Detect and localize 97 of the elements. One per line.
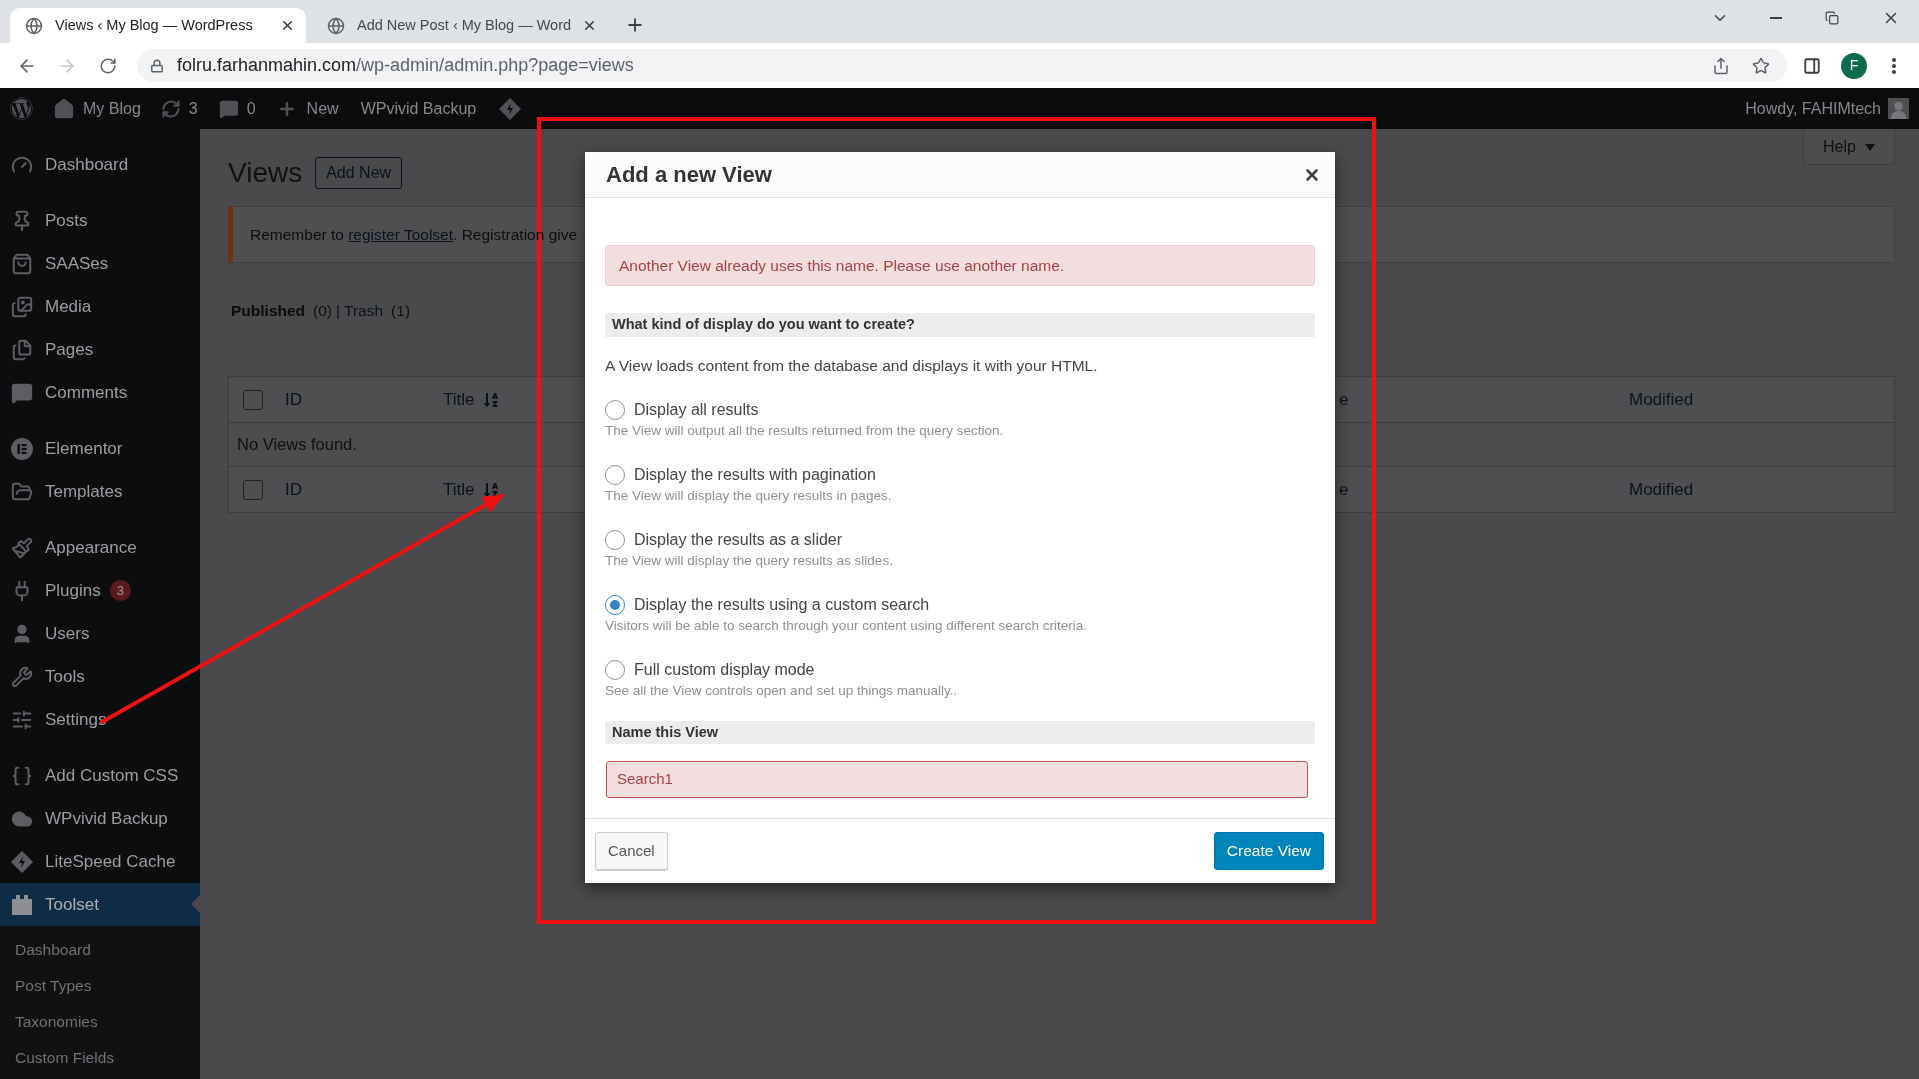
- star-icon: [1752, 56, 1770, 75]
- pages-icon: [11, 338, 33, 361]
- dialog-title: Add a new View: [606, 161, 772, 189]
- sidebar-item[interactable]: WPvivid Backup: [0, 797, 200, 840]
- braces-icon: [11, 764, 33, 787]
- reload-icon: [99, 56, 117, 75]
- checkbox[interactable]: [243, 479, 263, 500]
- empty-message: No Views found.: [237, 434, 357, 456]
- radio-button[interactable]: [605, 660, 625, 680]
- share-icon: [1712, 56, 1730, 75]
- radio-option[interactable]: Full custom display mode: [605, 659, 815, 681]
- sidebar-item[interactable]: Comments: [0, 371, 200, 414]
- option-description: See all the View controls open and set up things manually..: [605, 682, 958, 700]
- side-panel-button[interactable]: [1802, 55, 1822, 76]
- sliders-icon: [11, 708, 33, 731]
- radio-option[interactable]: Display the results as a slider: [605, 529, 843, 551]
- backup-link[interactable]: WPvivid Backup: [349, 88, 488, 129]
- browser-tab[interactable]: Add New Post ‹ My Blog — Word: [312, 8, 608, 43]
- profile-avatar[interactable]: F: [1841, 52, 1867, 79]
- sort-icon: [482, 481, 499, 498]
- section-heading: What kind of display do you want to create?: [605, 313, 1315, 337]
- browser-tab[interactable]: Views ‹ My Blog — WordPress: [10, 8, 306, 43]
- folder-icon: [11, 480, 33, 503]
- radio-option[interactable]: Display the results using a custom search: [605, 594, 930, 616]
- caret-icon: [1864, 143, 1875, 151]
- sort-icon: [482, 391, 499, 408]
- sidebar-item[interactable]: Pages: [0, 328, 200, 371]
- side-panel-icon: [1803, 56, 1821, 75]
- sidebar-item[interactable]: Plugins 3: [0, 569, 200, 612]
- sidebar-item[interactable]: Templates: [0, 470, 200, 513]
- submenu-item[interactable]: Taxonomies: [0, 1004, 200, 1040]
- w-logo-icon: [9, 97, 33, 120]
- submenu-item[interactable]: Post Types: [0, 968, 200, 1004]
- page-title: Views: [228, 157, 303, 189]
- comment-icon: [11, 381, 33, 404]
- diamond-icon: [499, 97, 522, 120]
- globe-icon: [327, 16, 345, 35]
- option-description: The View will display the query results as slides.: [605, 552, 893, 570]
- radio-option[interactable]: Display all results: [605, 399, 759, 421]
- share-button[interactable]: [1711, 55, 1731, 76]
- updates-link[interactable]: 3: [150, 88, 208, 129]
- home-icon: [53, 97, 75, 120]
- block-icon: [11, 893, 33, 916]
- bars-circle-icon: [11, 437, 33, 460]
- section-heading: Name this View: [605, 721, 1315, 744]
- error-message: Another View already uses this name. Please use another name.: [605, 245, 1315, 286]
- submenu-item[interactable]: Dashboard: [0, 932, 200, 968]
- option-description: The View will output all the results returned from the query section.: [605, 422, 1004, 440]
- sidebar-item[interactable]: LiteSpeed Cache: [0, 840, 200, 883]
- option-description: Visitors will be able to search through your content using different search criteria.: [605, 617, 1087, 635]
- wrench-icon: [11, 665, 33, 688]
- comment-icon: [218, 98, 239, 119]
- sidebar-item[interactable]: Media: [0, 285, 200, 328]
- description-text: A View loads content from the database and displays it with your HTML.: [605, 356, 1098, 376]
- menu-icon: [1892, 57, 1896, 74]
- refresh-icon: [160, 98, 181, 119]
- checkbox[interactable]: [243, 389, 263, 410]
- new-link[interactable]: New: [265, 88, 350, 129]
- sidebar-item[interactable]: Toolset: [0, 883, 200, 926]
- name-input[interactable]: Search1: [606, 761, 1308, 798]
- create-view-button[interactable]: Create View: [1213, 832, 1324, 870]
- cancel-button[interactable]: Cancel: [595, 832, 668, 870]
- submenu-item[interactable]: Custom Fields: [0, 1040, 200, 1076]
- pointer-icon: [191, 895, 200, 913]
- count-badge: 3: [109, 580, 131, 601]
- avatar-icon: [1888, 98, 1909, 119]
- address-bar[interactable]: folru.farhanmahin.com/wp-admin/admin.php?page=views: [137, 49, 1787, 82]
- images-icon: [11, 295, 33, 318]
- minimize-icon: [1770, 17, 1782, 19]
- brush-icon: [11, 536, 33, 559]
- site-link[interactable]: My Blog: [42, 88, 151, 129]
- sidebar-item[interactable]: Elementor: [0, 427, 200, 470]
- plus-icon: [625, 15, 645, 35]
- sidebar-item[interactable]: Dashboard: [0, 143, 200, 186]
- sidebar-item[interactable]: SAASes: [0, 242, 200, 285]
- sidebar-item[interactable]: Posts: [0, 199, 200, 242]
- url-text: folru.farhanmahin.com/wp-admin/admin.php?page=views: [177, 54, 634, 77]
- sidebar-item[interactable]: Appearance: [0, 526, 200, 569]
- sidebar-item[interactable]: Add Custom CSS: [0, 754, 200, 797]
- lock-icon: [150, 58, 164, 73]
- radio-button[interactable]: [605, 595, 625, 615]
- restore-icon: [1825, 11, 1839, 25]
- bag-icon: [11, 252, 33, 275]
- globe-icon: [25, 16, 43, 35]
- bookmark-button[interactable]: [1751, 55, 1771, 76]
- separator-text: |: [336, 301, 341, 322]
- radio-option[interactable]: Display the results with pagination: [605, 464, 876, 486]
- diamond-icon: [11, 850, 33, 873]
- sidebar-item[interactable]: Users: [0, 612, 200, 655]
- comments-link[interactable]: 0: [207, 88, 266, 129]
- account-link[interactable]: Howdy, FAHIMtech: [1745, 88, 1919, 129]
- sidebar-item[interactable]: Settings: [0, 698, 200, 741]
- radio-button[interactable]: [605, 400, 625, 420]
- radio-button[interactable]: [605, 465, 625, 485]
- option-description: The View will display the query results in pages.: [605, 487, 892, 505]
- sidebar-item[interactable]: Tools: [0, 655, 200, 698]
- radio-button[interactable]: [605, 530, 625, 550]
